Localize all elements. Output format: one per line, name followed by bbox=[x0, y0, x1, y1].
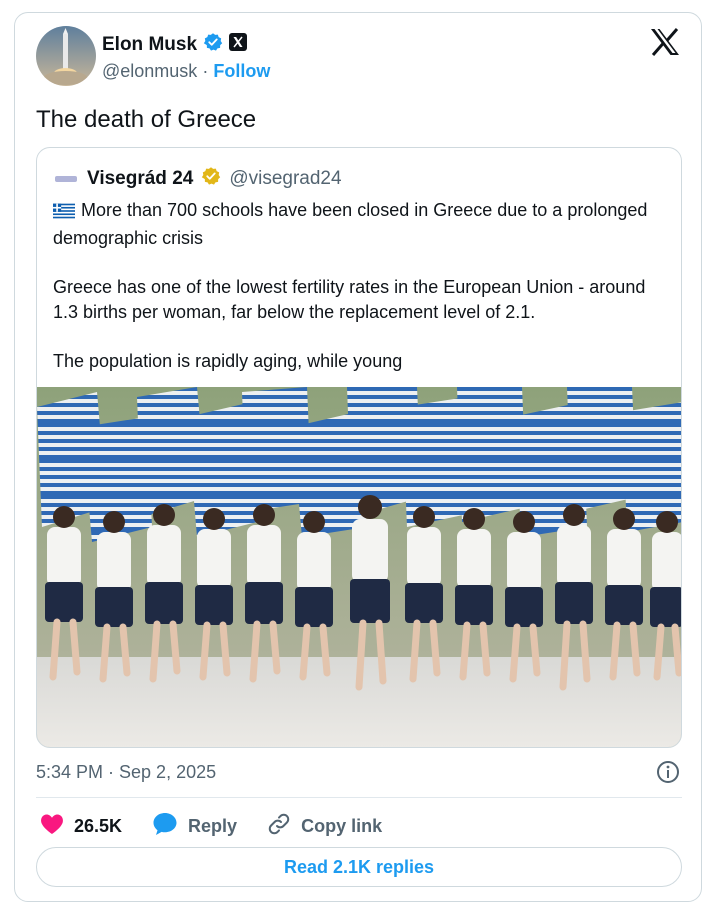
x-logo-icon[interactable] bbox=[650, 28, 680, 61]
reply-button[interactable]: Reply bbox=[152, 812, 237, 841]
quoted-author-name: Visegrád 24 bbox=[87, 168, 194, 189]
reply-label: Reply bbox=[188, 816, 238, 836]
quoted-author-handle: @visegrad24 bbox=[229, 168, 342, 189]
quoted-line-3: The population is rapidly aging, while y… bbox=[53, 351, 403, 371]
read-replies-button[interactable]: Read 2.1K replies bbox=[36, 847, 682, 887]
like-count: 26.5K bbox=[74, 816, 123, 836]
link-icon bbox=[267, 812, 291, 841]
read-replies-label: Read 2.1K replies bbox=[283, 856, 435, 877]
verified-badge-icon bbox=[203, 32, 223, 57]
like-button[interactable]: 26.5K bbox=[40, 813, 122, 840]
author-name[interactable]: Elon Musk bbox=[102, 34, 197, 56]
tweet-text: The death of Greece bbox=[36, 106, 257, 133]
copy-link-button[interactable]: Copy link bbox=[267, 812, 382, 841]
tweet-timestamp[interactable]: 5:34 PM · Sep 2, 2025 bbox=[36, 762, 216, 783]
action-bar: 26.5K Reply Copy link bbox=[40, 812, 412, 841]
follow-button[interactable]: Follow bbox=[213, 61, 270, 81]
quoted-media-image[interactable] bbox=[37, 387, 681, 747]
gold-verified-badge-icon bbox=[201, 166, 221, 192]
greece-flag-icon bbox=[53, 201, 75, 226]
author-handle[interactable]: @elonmusk bbox=[102, 61, 197, 81]
quoted-author-row: Visegrád 24 @visegrad24 bbox=[55, 166, 342, 192]
quoted-text: More than 700 schools have been closed i… bbox=[53, 198, 653, 374]
heart-icon bbox=[40, 813, 64, 840]
info-icon[interactable] bbox=[656, 760, 680, 789]
avatar[interactable] bbox=[36, 26, 96, 86]
quoted-line-2: Greece has one of the lowest fertility r… bbox=[53, 277, 646, 322]
author-handle-row: @elonmusk · Follow bbox=[102, 61, 270, 82]
copy-link-label: Copy link bbox=[301, 816, 383, 836]
quoted-line-1: More than 700 schools have been closed i… bbox=[53, 200, 648, 248]
author-name-row: Elon Musk bbox=[102, 32, 248, 57]
x-affiliation-icon bbox=[229, 33, 248, 56]
divider bbox=[36, 797, 682, 798]
quoted-tweet[interactable]: Visegrád 24 @visegrad24 More than 700 sc… bbox=[36, 147, 682, 748]
reply-icon bbox=[152, 812, 178, 841]
quoted-avatar bbox=[55, 176, 77, 182]
separator: · bbox=[202, 61, 209, 81]
